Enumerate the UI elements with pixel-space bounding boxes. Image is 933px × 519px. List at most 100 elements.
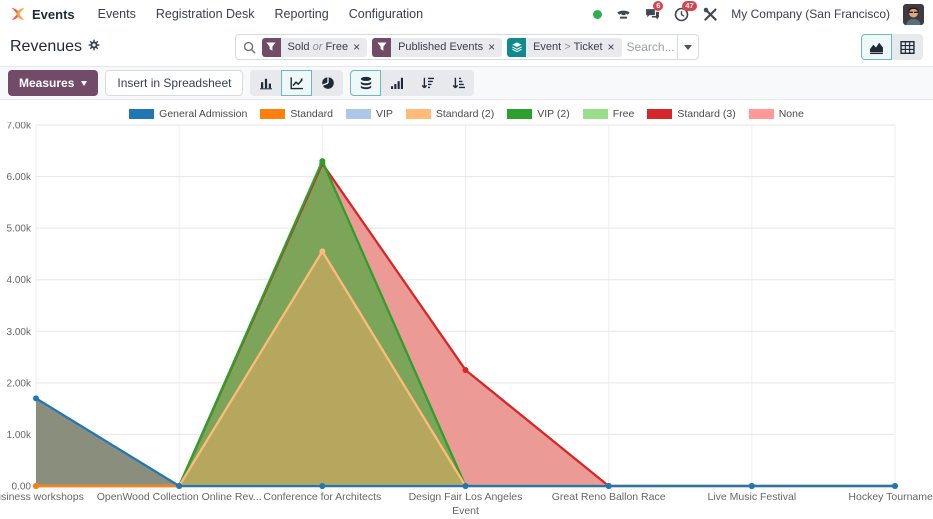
bar-icon <box>259 76 273 90</box>
data-point[interactable] <box>892 483 898 489</box>
facet-label: Published Events <box>398 41 483 53</box>
search-options-toggle[interactable] <box>677 35 698 59</box>
line-icon <box>290 76 304 90</box>
app-switcher[interactable]: Events <box>9 6 75 22</box>
legend-item[interactable]: VIP <box>346 108 393 120</box>
filter-facet[interactable]: Sold or Free × <box>262 38 368 57</box>
svg-text:5.00k: 5.00k <box>7 224 32 235</box>
svg-text:Great Reno Ballon Race: Great Reno Ballon Race <box>552 491 666 503</box>
data-point[interactable] <box>319 483 325 489</box>
stacked-icon <box>359 76 373 90</box>
legend-label: VIP <box>376 108 393 120</box>
legend-item[interactable]: Standard (3) <box>647 108 735 120</box>
legend-swatch <box>260 109 285 119</box>
data-point[interactable] <box>33 483 39 489</box>
remove-facet-icon[interactable]: × <box>488 41 495 53</box>
chart-canvas: 0.001.00k2.00k3.00k4.00k5.00k6.00k7.00kB… <box>0 122 933 519</box>
page-title: Revenues <box>10 38 82 56</box>
menu-registration-desk[interactable]: Registration Desk <box>147 4 264 24</box>
pivot-view-button[interactable] <box>892 34 923 60</box>
legend-swatch <box>647 109 672 119</box>
search-bar[interactable]: Sold or Free×Published Events×Event > Ti… <box>235 34 699 60</box>
legend-label: Standard (2) <box>436 108 494 120</box>
revenue-area-chart: 0.001.00k2.00k3.00k4.00k5.00k6.00k7.00kB… <box>0 122 933 519</box>
filter-icon <box>372 38 391 57</box>
pie-icon <box>321 76 335 90</box>
filter-icon <box>262 38 281 57</box>
data-point[interactable] <box>319 248 325 254</box>
sort-desc-icon <box>421 76 435 90</box>
view-switcher <box>861 34 923 60</box>
data-point[interactable] <box>463 483 469 489</box>
chart-option-sort-asc-button[interactable] <box>443 70 474 96</box>
search-input[interactable] <box>627 40 677 54</box>
data-point[interactable] <box>319 158 325 164</box>
legend-item[interactable]: Free <box>583 108 635 120</box>
legend-item[interactable]: Standard (2) <box>406 108 494 120</box>
view-settings-gear-icon[interactable] <box>88 38 100 56</box>
chart-type-bar-button[interactable] <box>250 70 281 96</box>
chart-type-line-button[interactable] <box>281 70 312 96</box>
measures-button[interactable]: Measures <box>8 70 98 96</box>
insert-in-spreadsheet-button[interactable]: Insert in Spreadsheet <box>105 70 243 96</box>
app-name: Events <box>32 7 75 22</box>
remove-facet-icon[interactable]: × <box>608 41 615 53</box>
legend-item[interactable]: None <box>749 108 804 120</box>
voip-phone-icon[interactable] <box>615 6 631 22</box>
legend-swatch <box>406 109 431 119</box>
svg-text:Live Music Festival: Live Music Festival <box>707 491 796 503</box>
chart-option-cumulative-button[interactable] <box>381 70 412 96</box>
data-point[interactable] <box>463 367 469 373</box>
menu-reporting[interactable]: Reporting <box>266 4 338 24</box>
navbar: Events Events Registration Desk Reportin… <box>0 0 933 28</box>
legend-label: Standard (3) <box>677 108 735 120</box>
company-name[interactable]: My Company (San Francisco) <box>731 7 890 21</box>
facet-label: Event > Ticket <box>533 41 602 53</box>
chart-type-pie-button[interactable] <box>312 70 343 96</box>
activities-clock-icon[interactable]: 47 <box>673 6 689 22</box>
data-point[interactable] <box>33 395 39 401</box>
odoo-logo-icon <box>9 6 27 22</box>
graph-view-button[interactable] <box>861 34 892 60</box>
data-point[interactable] <box>176 483 182 489</box>
legend-swatch <box>129 109 154 119</box>
legend-label: Free <box>613 108 635 120</box>
chevron-down-icon <box>684 45 692 50</box>
menu-configuration[interactable]: Configuration <box>340 4 432 24</box>
legend-item[interactable]: Standard <box>260 108 333 120</box>
chart-option-sort-desc-button[interactable] <box>412 70 443 96</box>
systray: 6 47 My Company (San Francisco) <box>593 4 924 25</box>
activities-badge: 47 <box>682 1 696 11</box>
user-avatar[interactable] <box>903 4 924 25</box>
legend-label: None <box>779 108 804 120</box>
legend-item[interactable]: VIP (2) <box>507 108 569 120</box>
filter-facet[interactable]: Published Events × <box>372 38 502 57</box>
control-panel: Revenues Sold or Free×Published Events×E… <box>0 28 933 66</box>
data-point[interactable] <box>606 483 612 489</box>
groupby-facet[interactable]: Event > Ticket × <box>507 38 621 57</box>
pivot-table-icon <box>900 40 915 55</box>
legend-label: Standard <box>290 108 333 120</box>
breadcrumb: Revenues <box>10 38 100 56</box>
menu-events[interactable]: Events <box>89 4 145 24</box>
svg-text:Design Fair Los Angeles: Design Fair Los Angeles <box>409 491 523 503</box>
svg-text:Conference for Architects: Conference for Architects <box>263 491 381 503</box>
tools-icon[interactable] <box>702 6 718 22</box>
messages-badge: 6 <box>653 1 663 11</box>
facet-label: Sold or Free <box>288 41 349 53</box>
svg-text:OpenWood Collection Online Rev: OpenWood Collection Online Rev... <box>97 491 262 503</box>
group-by-icon <box>507 38 526 57</box>
area-chart-icon <box>869 40 884 55</box>
svg-text:2.00k: 2.00k <box>7 378 32 389</box>
legend-item[interactable]: General Admission <box>129 108 247 120</box>
discuss-messages-icon[interactable]: 6 <box>644 6 660 22</box>
legend-swatch <box>583 109 608 119</box>
legend-label: General Admission <box>159 108 247 120</box>
svg-text:3.00k: 3.00k <box>7 327 32 338</box>
remove-facet-icon[interactable]: × <box>353 41 360 53</box>
chart-option-stacked-button[interactable] <box>350 70 381 96</box>
chart-option-group <box>350 70 474 96</box>
chevron-down-icon <box>81 81 87 86</box>
data-point[interactable] <box>749 483 755 489</box>
main-menu: Events Registration Desk Reporting Confi… <box>89 4 432 24</box>
